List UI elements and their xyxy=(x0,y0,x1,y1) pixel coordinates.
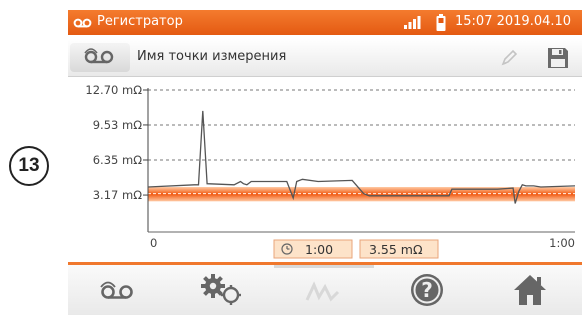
svg-text:?: ? xyxy=(421,278,433,302)
recorder-button-bottom[interactable] xyxy=(68,268,168,315)
waveform-button[interactable] xyxy=(274,265,374,315)
y-tick-label: 3.17 mΩ xyxy=(93,188,142,202)
cursor-time-box: 1:00 xyxy=(273,239,353,259)
home-button[interactable] xyxy=(480,268,580,315)
cursor-value: 3.55 mΩ xyxy=(369,242,423,257)
reference-band xyxy=(148,187,575,202)
cursor-value-box: 3.55 mΩ xyxy=(359,239,439,259)
status-date: 2019.04.10 xyxy=(496,14,572,29)
app-title: Регистратор xyxy=(97,14,183,29)
save-icon[interactable] xyxy=(546,46,570,74)
x-tick-label: 0 xyxy=(150,236,157,250)
device-screen: Регистратор 15:07 2019.04.10 Имя точки и… xyxy=(68,10,582,315)
measurement-name-bar: Имя точки измерения xyxy=(68,39,582,77)
recorder-icon xyxy=(82,46,118,70)
recorder-icon xyxy=(98,278,138,306)
help-icon: ? xyxy=(409,272,445,312)
date-time: 15:07 2019.04.10 xyxy=(455,14,571,29)
home-icon xyxy=(512,273,548,311)
waveform-icon xyxy=(304,280,344,308)
status-time: 15:07 xyxy=(455,14,493,29)
y-tick-label: 6.35 mΩ xyxy=(93,153,142,167)
battery-icon xyxy=(435,14,447,36)
measurement-point-name-field[interactable]: Имя точки измерения xyxy=(137,49,286,64)
cursor-time: 1:00 xyxy=(305,242,333,257)
y-tick-label: 9.53 mΩ xyxy=(93,118,142,132)
signal-bars-icon xyxy=(403,15,423,34)
y-tick-label: 12.70 mΩ xyxy=(85,83,142,97)
help-button[interactable]: ? xyxy=(377,268,477,315)
bottom-toolbar: ? xyxy=(68,262,582,315)
pencil-icon[interactable] xyxy=(499,48,519,72)
settings-gears-icon xyxy=(198,273,244,311)
settings-button[interactable] xyxy=(171,268,271,315)
x-tick-label: 1:00 xyxy=(549,236,575,250)
callout-number: 13 xyxy=(9,146,49,186)
callout-number-label: 13 xyxy=(18,155,40,176)
recorder-button[interactable] xyxy=(70,43,130,72)
status-bar: Регистратор 15:07 2019.04.10 xyxy=(68,10,582,35)
resistance-chart: 12.70 mΩ9.53 mΩ6.35 mΩ3.17 mΩ0 1:00 1:00 … xyxy=(85,83,576,259)
recorder-icon xyxy=(73,15,93,33)
